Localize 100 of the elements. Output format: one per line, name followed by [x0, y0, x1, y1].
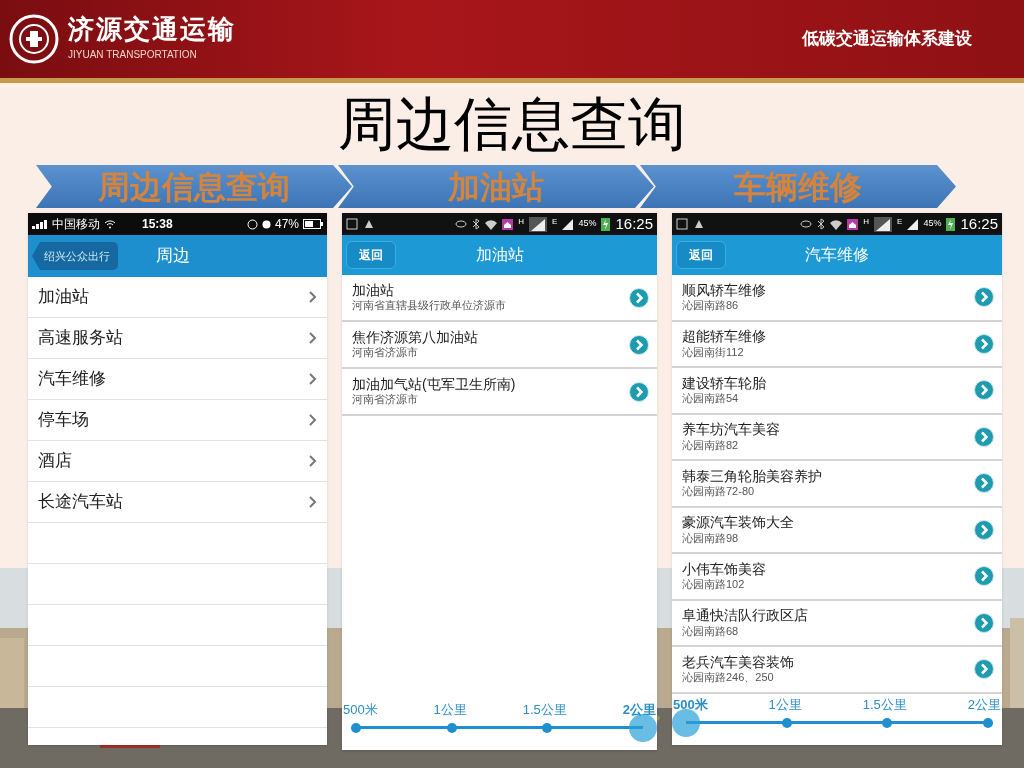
battery-icon — [303, 219, 323, 229]
place-name: 阜通快洁队行政区店 — [682, 607, 809, 625]
list-item[interactable]: 加油站 河南省直辖县级行政单位济源市 — [342, 275, 657, 322]
eye-icon — [455, 220, 468, 228]
nav-title: 加油站 — [474, 245, 525, 265]
bluetooth-icon — [472, 218, 481, 230]
arrow-circle-icon — [974, 473, 994, 494]
back-button[interactable]: 返回 — [676, 241, 726, 269]
notification-icon — [693, 218, 705, 230]
distance-label: 1.5公里 — [522, 701, 567, 719]
list-item[interactable]: 阜通快洁队行政区店 沁园南路68 — [672, 600, 1002, 647]
network-type: H — [863, 216, 870, 228]
arrow-circle-icon — [974, 659, 994, 680]
place-name: 顺风轿车维修 — [682, 281, 767, 300]
tagline: 低碳交通运输体系建设 — [802, 28, 972, 51]
menu-item[interactable]: 汽车维修 — [38, 366, 309, 392]
place-name: 建设轿车轮胎 — [682, 374, 767, 393]
signal-icon — [32, 219, 48, 229]
slider-stop[interactable] — [882, 717, 893, 728]
list-item[interactable]: 豪源汽车装饰大全 沁园南路98 — [672, 507, 1002, 554]
slider-stop[interactable] — [351, 722, 361, 733]
place-address: 河南省直辖县级行政单位济源市 — [352, 299, 507, 314]
arrow-circle-icon — [974, 519, 994, 540]
wifi-icon — [830, 218, 843, 230]
place-address: 沁园南路98 — [682, 531, 740, 546]
place-address: 沁园南路82 — [682, 438, 740, 453]
menu-item[interactable]: 停车场 — [38, 407, 309, 433]
place-name: 加油站 — [352, 281, 395, 300]
distance-label: 500米 — [343, 701, 378, 719]
menu-item[interactable]: 长途汽车站 — [38, 489, 309, 515]
logo-subtext: JIYUAN TRANSPORTATION — [68, 48, 198, 62]
chevron-right-icon — [309, 373, 317, 385]
place-name: 超能轿车维修 — [682, 328, 767, 346]
menu-item[interactable]: 加油站 — [38, 284, 309, 310]
arrow-circle-icon — [629, 287, 649, 308]
list-item[interactable]: 韩泰三角轮胎美容养护 沁园南路72-80 — [672, 461, 1002, 508]
lock-rotation-icon — [246, 218, 258, 230]
place-address: 沁园南路72-80 — [682, 485, 756, 499]
distance-label: 2公里 — [967, 696, 1001, 714]
place-address: 沁园南路68 — [682, 624, 740, 639]
list-item[interactable]: 养车坊汽车美容 沁园南路82 — [672, 414, 1002, 461]
list-item[interactable]: 超能轿车维修 沁园南街112 — [672, 321, 1002, 368]
back-button[interactable]: 绍兴公众出行 — [32, 242, 118, 270]
network-type: H — [518, 216, 525, 228]
home-icon — [502, 218, 514, 230]
slide-title: 周边信息查询 — [338, 95, 686, 153]
notification-icon — [363, 218, 375, 230]
battery-percent: 45% — [578, 217, 597, 231]
list-item[interactable]: 焦作济源第八加油站 河南省济源市 — [342, 322, 657, 369]
place-name: 养车坊汽车美容 — [682, 421, 781, 439]
carrier-name: 中国移动 — [52, 216, 100, 233]
wifi-icon — [485, 218, 498, 230]
network-type: E — [897, 216, 903, 228]
arrow-circle-icon — [974, 333, 994, 354]
chevron-right-icon — [309, 414, 317, 426]
place-address: 河南省济源市 — [352, 393, 419, 408]
list-item[interactable]: 建设轿车轮胎 沁园南路54 — [672, 368, 1002, 415]
home-icon — [847, 218, 859, 230]
arrow-circle-icon — [974, 612, 994, 633]
chevron-right-icon — [309, 496, 317, 508]
eye-icon — [800, 220, 813, 228]
alarm-icon — [261, 219, 271, 229]
slider-stop[interactable] — [781, 717, 792, 728]
arrow-circle-icon — [629, 381, 649, 402]
place-name: 老兵汽车美容装饰 — [682, 653, 795, 672]
logo-text: 济源交通运输 — [68, 16, 236, 42]
signal-icon — [874, 216, 893, 232]
arrow-circle-icon — [974, 287, 994, 308]
place-name: 加油加气站(屯军卫生所南) — [352, 375, 517, 394]
bluetooth-icon — [817, 218, 826, 230]
network-type: E — [552, 216, 558, 228]
emblem-icon — [8, 13, 60, 65]
back-button[interactable]: 返回 — [346, 241, 396, 269]
slider-stop[interactable] — [446, 722, 457, 733]
battery-charging-icon — [601, 217, 611, 231]
slider-stop[interactable] — [983, 717, 993, 728]
notification-icon — [676, 218, 688, 230]
arrow-circle-icon — [974, 380, 994, 401]
chevron-right-icon — [309, 455, 317, 467]
signal-icon — [529, 216, 548, 232]
arrow-circle-icon — [974, 426, 994, 447]
slider-stop[interactable] — [542, 722, 553, 733]
battery-percent: 47% — [274, 216, 299, 233]
chevron-right-icon — [309, 332, 317, 344]
menu-item[interactable]: 酒店 — [38, 448, 309, 474]
place-address: 沁园南路54 — [682, 392, 740, 406]
process-step: 加油站 — [338, 165, 654, 208]
list-item[interactable]: 加油加气站(屯军卫生所南) 河南省济源市 — [342, 369, 657, 416]
process-step: 车辆维修 — [640, 165, 956, 208]
place-address: 沁园南路86 — [682, 299, 740, 313]
chevron-right-icon — [309, 291, 317, 303]
status-time: 16:25 — [960, 213, 998, 234]
place-address: 沁园南路102 — [682, 578, 746, 592]
list-item[interactable]: 小伟车饰美容 沁园南路102 — [672, 554, 1002, 601]
menu-item[interactable]: 高速服务站 — [38, 325, 309, 351]
list-item[interactable]: 老兵汽车美容装饰 沁园南路246、250 — [672, 647, 1002, 694]
place-address: 沁园南路246、250 — [682, 671, 775, 685]
arrow-circle-icon — [974, 566, 994, 587]
list-item[interactable]: 顺风轿车维修 沁园南路86 — [672, 275, 1002, 322]
place-name: 豪源汽车装饰大全 — [682, 514, 795, 532]
